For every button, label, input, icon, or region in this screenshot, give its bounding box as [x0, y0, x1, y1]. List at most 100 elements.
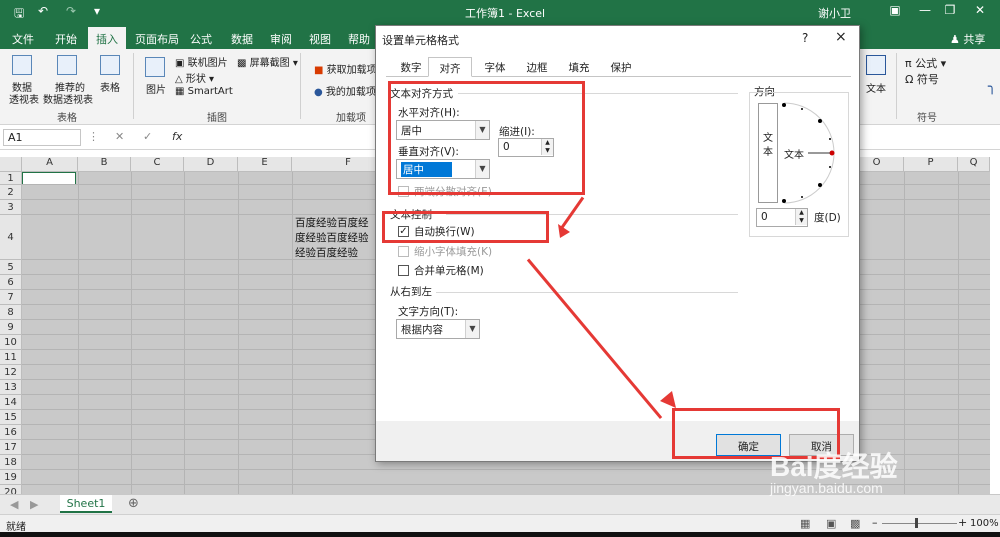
tab-home[interactable]: 开始 — [55, 31, 77, 47]
col-header[interactable]: E — [238, 157, 292, 172]
row-header[interactable]: 20 — [0, 485, 22, 494]
shrink-to-fit-checkbox[interactable] — [398, 246, 409, 257]
recommended-pivot-icon[interactable] — [57, 55, 77, 75]
row-header[interactable]: 19 — [0, 470, 22, 485]
page-layout-view-icon[interactable]: ▣ — [826, 517, 836, 530]
row-header[interactable]: 16 — [0, 425, 22, 440]
row-header[interactable]: 6 — [0, 275, 22, 290]
row-header[interactable]: 17 — [0, 440, 22, 455]
my-addins-button[interactable]: ● 我的加载项 — [314, 83, 376, 98]
dialog-tab-border[interactable]: 边框 — [520, 57, 554, 77]
dialog-tab-number[interactable]: 数字 — [394, 57, 428, 77]
symbol-button[interactable]: Ω 符号 — [905, 71, 939, 87]
zoom-out-icon[interactable]: – — [872, 516, 878, 529]
row-header[interactable]: 10 — [0, 335, 22, 350]
merge-cells-checkbox[interactable] — [398, 265, 409, 276]
dialog-tab-protection[interactable]: 保护 — [604, 57, 638, 77]
row-header[interactable]: 1 — [0, 172, 22, 185]
zoom-level[interactable]: 100% — [970, 518, 999, 529]
pivot-table-icon[interactable] — [12, 55, 32, 75]
row-header[interactable]: 5 — [0, 260, 22, 275]
row-header[interactable]: 4 — [0, 215, 22, 260]
col-header[interactable]: A — [22, 157, 78, 172]
row-header[interactable]: 15 — [0, 410, 22, 425]
text-direction-value: 根据内容 — [401, 324, 443, 336]
undo-icon[interactable]: ↶ — [38, 4, 48, 18]
table-label[interactable]: 表格 — [100, 79, 120, 94]
table-icon[interactable] — [100, 55, 120, 75]
tab-file[interactable]: 文件 — [12, 31, 34, 47]
row-header[interactable]: 8 — [0, 305, 22, 320]
help-icon[interactable]: ? — [802, 31, 808, 45]
row-header[interactable]: 14 — [0, 395, 22, 410]
enter-formula-icon[interactable]: ✓ — [143, 130, 152, 143]
col-header[interactable]: B — [78, 157, 131, 172]
tab-insert[interactable]: 插入 — [88, 27, 126, 49]
spin-up-icon[interactable]: ▲ — [795, 209, 807, 217]
normal-view-icon[interactable]: ▦ — [800, 517, 810, 530]
row-header[interactable]: 2 — [0, 185, 22, 200]
prev-sheet-icon[interactable]: ◀ — [10, 498, 18, 511]
page-break-view-icon[interactable]: ▩ — [850, 517, 860, 530]
annotation-box-alignment — [388, 81, 585, 195]
online-picture-button[interactable]: ▣ 联机图片 — [175, 54, 228, 69]
close-dialog-icon[interactable]: × — [835, 29, 847, 45]
orientation-dial[interactable]: 文本 — [782, 101, 846, 205]
col-header[interactable]: P — [904, 157, 958, 172]
add-sheet-icon[interactable]: ⊕ — [128, 496, 139, 511]
customize-qat-icon[interactable]: ▾ — [94, 4, 100, 18]
insert-function-icon[interactable]: fx — [172, 130, 182, 143]
shapes-button[interactable]: △ 形状 ▾ — [175, 70, 214, 85]
save-icon[interactable]: 🖫 — [14, 4, 24, 25]
cell-f4-text[interactable]: 百度经验百度经 度经验百度经验 经验百度经验 — [295, 216, 375, 261]
screenshot-button[interactable]: ▩ 屏幕截图 ▾ — [237, 54, 298, 69]
close-window-icon[interactable]: ✕ — [970, 3, 990, 17]
row-header[interactable]: 9 — [0, 320, 22, 335]
recommended-pivot-label-2[interactable]: 数据透视表 — [43, 91, 93, 106]
row-header[interactable]: 7 — [0, 290, 22, 305]
maximize-icon[interactable]: ❐ — [940, 3, 960, 17]
spin-down-icon[interactable]: ▼ — [795, 217, 807, 225]
cancel-formula-icon[interactable]: ✕ — [115, 130, 124, 143]
picture-label[interactable]: 图片 — [146, 81, 166, 96]
col-header[interactable]: C — [131, 157, 184, 172]
zoom-slider[interactable] — [882, 523, 957, 524]
row-header[interactable]: 12 — [0, 365, 22, 380]
picture-icon[interactable] — [145, 57, 165, 77]
share-button[interactable]: ♟ 共享 — [950, 31, 985, 47]
row-header[interactable]: 11 — [0, 350, 22, 365]
row-header[interactable]: 3 — [0, 200, 22, 215]
select-all-corner[interactable] — [0, 157, 22, 172]
equation-button[interactable]: π 公式 ▾ — [905, 55, 946, 71]
dialog-tab-alignment[interactable]: 对齐 — [428, 57, 472, 77]
next-sheet-icon[interactable]: ▶ — [30, 498, 38, 511]
user-name[interactable]: 谢小卫 — [818, 5, 851, 21]
text-direction-select[interactable]: 根据内容 ▼ — [396, 319, 480, 339]
dialog-tab-font[interactable]: 字体 — [478, 57, 512, 77]
row-header[interactable]: 13 — [0, 380, 22, 395]
smartart-button[interactable]: ▦ SmartArt — [175, 86, 233, 97]
tab-page-layout[interactable]: 页面布局 — [135, 31, 179, 47]
tab-help[interactable]: 帮助 — [348, 31, 370, 47]
tab-review[interactable]: 审阅 — [270, 31, 292, 47]
col-header[interactable]: D — [184, 157, 238, 172]
tab-view[interactable]: 视图 — [309, 31, 331, 47]
tab-data[interactable]: 数据 — [231, 31, 253, 47]
minimize-icon[interactable]: — — [915, 3, 935, 17]
tab-formulas[interactable]: 公式 — [190, 31, 212, 47]
get-addins-button[interactable]: ■ 获取加载项 — [314, 61, 377, 76]
redo-icon[interactable]: ↷ — [66, 4, 76, 18]
zoom-in-icon[interactable]: + — [958, 516, 967, 529]
text-label[interactable]: 文本 — [866, 80, 886, 95]
dialog-tab-fill[interactable]: 填充 — [562, 57, 596, 77]
degrees-spinner[interactable]: 0 ▲ ▼ — [756, 208, 808, 227]
pivot-table-label-2[interactable]: 透视表 — [9, 91, 39, 106]
zoom-slider-thumb[interactable] — [915, 518, 918, 528]
text-box-icon[interactable] — [866, 55, 886, 75]
col-header[interactable]: Q — [958, 157, 990, 172]
row-header[interactable]: 18 — [0, 455, 22, 470]
name-box[interactable]: A1 — [3, 129, 81, 146]
ribbon-options-icon[interactable]: ▣ — [885, 3, 905, 17]
vertical-text-toggle[interactable]: 文本 — [758, 103, 778, 203]
sheet-tab-sheet1[interactable]: Sheet1 — [60, 495, 112, 513]
